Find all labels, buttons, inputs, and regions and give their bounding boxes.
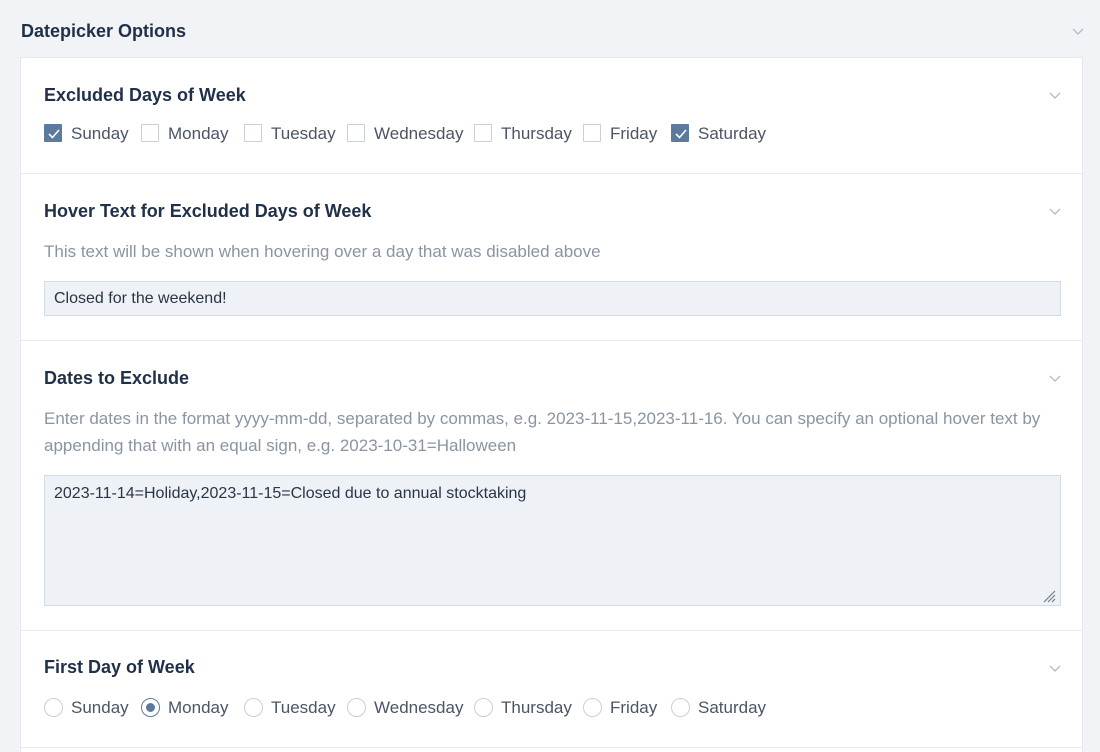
radio-button[interactable] xyxy=(583,698,602,717)
checkbox[interactable] xyxy=(44,124,62,142)
dates-to-exclude-textarea[interactable]: 2023-11-14=Holiday,2023-11-15=Closed due… xyxy=(44,475,1061,606)
checkbox[interactable] xyxy=(583,124,601,142)
checkbox-label: Friday xyxy=(610,124,658,143)
checkbox-label: Saturday xyxy=(698,124,767,143)
checkbox[interactable] xyxy=(347,124,365,142)
radio-label: Tuesday xyxy=(271,698,336,717)
checkmark-icon xyxy=(48,129,60,139)
radio-label: Sunday xyxy=(71,698,129,717)
checkbox[interactable] xyxy=(244,124,262,142)
checkbox-label: Wednesday xyxy=(374,124,464,143)
datepicker-options-header[interactable]: Datepicker Options xyxy=(0,0,1100,57)
checkbox-label: Tuesday xyxy=(271,124,336,143)
checkbox-label: Monday xyxy=(168,124,229,143)
datepicker-options-panel: Excluded Days of Week Sunday Monday Tues… xyxy=(20,57,1083,752)
hover-text-input[interactable] xyxy=(44,281,1061,316)
dates-to-exclude-description: Enter dates in the format yyyy-mm-dd, se… xyxy=(44,409,1041,455)
section-title: Hover Text for Excluded Days of Week xyxy=(44,201,372,221)
radio-label: Saturday xyxy=(698,698,767,717)
chevron-down-icon[interactable] xyxy=(1048,661,1062,675)
hover-text-description: This text will be shown when hovering ov… xyxy=(44,242,601,261)
checkbox[interactable] xyxy=(474,124,492,142)
radio-button[interactable] xyxy=(671,698,690,717)
first-day-of-week-section: First Day of Week Sunday Monday Tuesday … xyxy=(21,631,1082,748)
radio-label: Thursday xyxy=(501,698,572,717)
chevron-down-icon[interactable] xyxy=(1048,204,1062,218)
section-title: Excluded Days of Week xyxy=(44,85,246,105)
section-title: First Day of Week xyxy=(44,657,195,677)
dates-to-exclude-section: Dates to Exclude Enter dates in the form… xyxy=(21,341,1082,631)
radio-button[interactable] xyxy=(141,698,160,717)
radio-button[interactable] xyxy=(44,698,63,717)
section-title: Dates to Exclude xyxy=(44,368,190,388)
radio-button[interactable] xyxy=(474,698,493,717)
checkmark-icon xyxy=(675,129,687,139)
checkbox[interactable] xyxy=(141,124,159,142)
radio-label: Wednesday xyxy=(374,698,464,717)
chevron-down-icon[interactable] xyxy=(1048,88,1062,102)
checkbox[interactable] xyxy=(671,124,689,142)
chevron-down-icon[interactable] xyxy=(1071,24,1085,38)
checkbox-label: Thursday xyxy=(501,124,572,143)
checkbox-label: Sunday xyxy=(71,124,129,143)
hover-text-section: Hover Text for Excluded Days of Week Thi… xyxy=(21,174,1082,341)
radio-label: Monday xyxy=(168,698,229,717)
excluded-days-section: Excluded Days of Week Sunday Monday Tues… xyxy=(21,58,1082,174)
chevron-down-icon[interactable] xyxy=(1048,371,1062,385)
resize-handle-icon[interactable] xyxy=(1042,589,1056,603)
datepicker-options-title: Datepicker Options xyxy=(21,21,187,41)
radio-button[interactable] xyxy=(347,698,366,717)
radio-label: Friday xyxy=(610,698,658,717)
radio-button[interactable] xyxy=(244,698,263,717)
